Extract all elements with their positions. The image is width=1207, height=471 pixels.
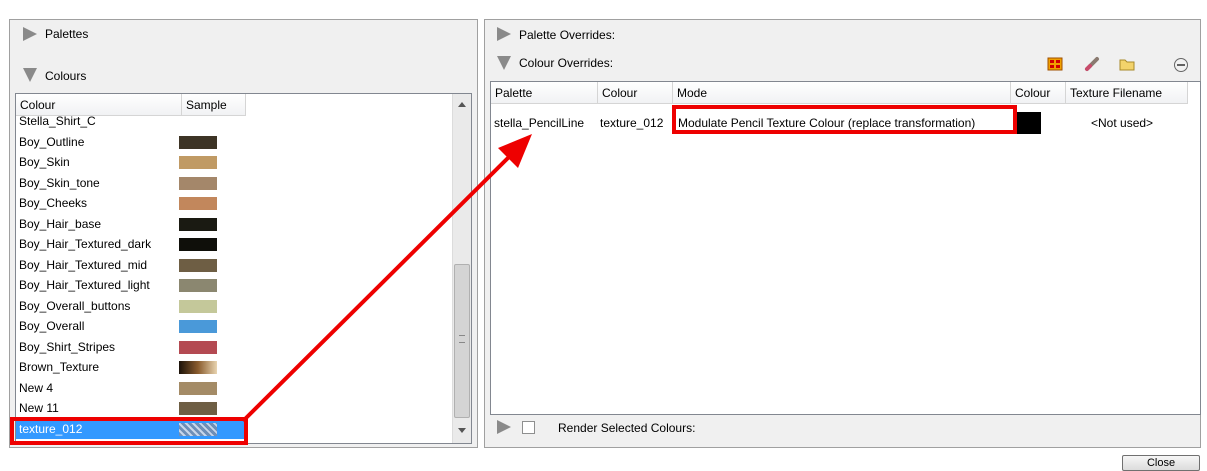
annotation-arrow <box>241 134 532 423</box>
